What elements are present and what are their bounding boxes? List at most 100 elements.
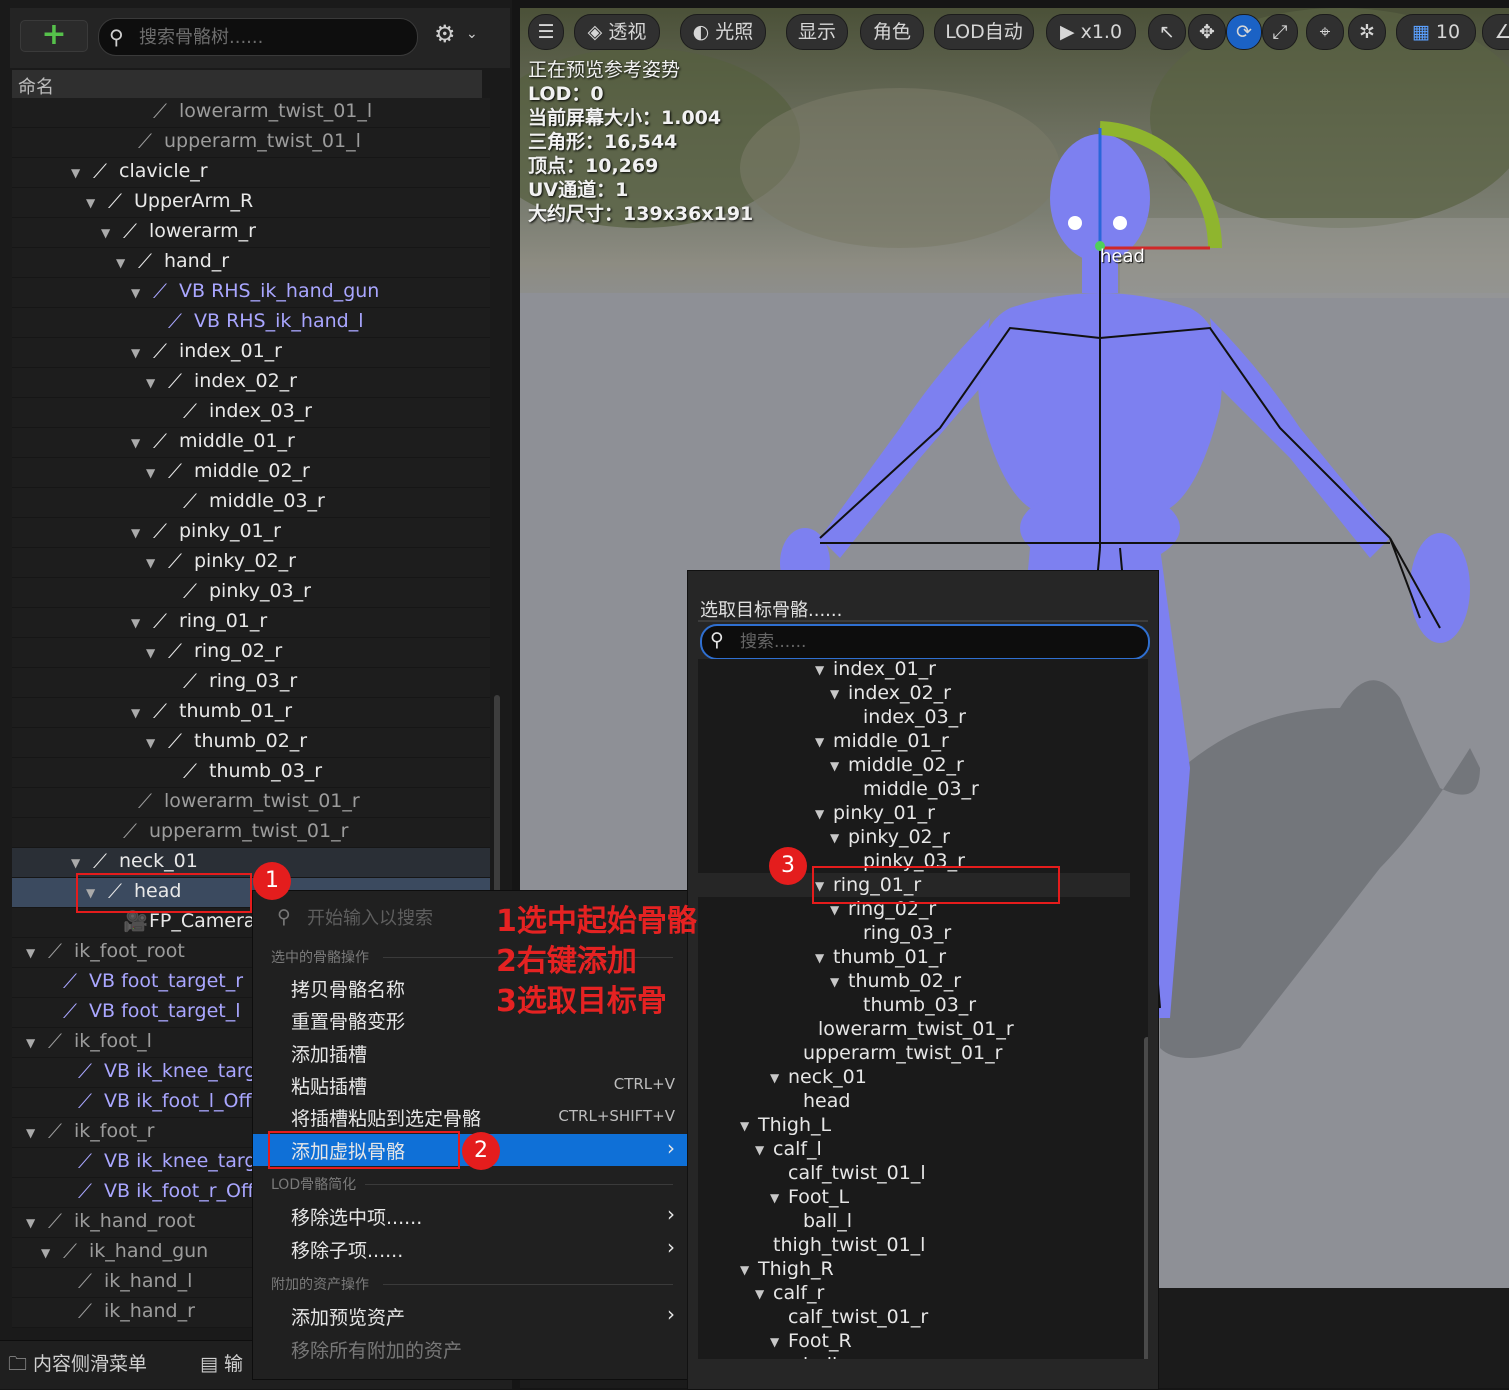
perspective-button[interactable]: ◈ 透视 [574,14,660,50]
expand-arrow-icon[interactable]: ▼ [131,436,140,450]
picker-row[interactable]: ▼ calf_l [698,1137,1130,1161]
tree-row[interactable]: ⟋ upperarm_twist_01_r [12,818,490,848]
tree-row[interactable]: ▼ ⟋ middle_02_r [12,458,490,488]
tree-row[interactable]: ▼ ⟋ thumb_02_r [12,728,490,758]
expand-arrow-icon[interactable]: ▼ [41,1246,50,1260]
picker-row[interactable]: ▼ thumb_01_r [698,945,1130,969]
expand-arrow-icon[interactable]: ▼ [86,196,95,210]
menu-item[interactable]: 移除选中项...... › [253,1200,689,1232]
tree-row[interactable]: ⟋ lowerarm_twist_01_l [12,98,490,128]
tree-row[interactable]: ▼ ⟋ hand_r [12,248,490,278]
expand-arrow-icon[interactable]: ▼ [131,616,140,630]
expand-arrow-icon[interactable]: ▼ [131,706,140,720]
menu-button[interactable]: ☰ [528,14,564,50]
picker-row[interactable]: ▼ Thigh_L [698,1113,1130,1137]
picker-row[interactable]: ▼ Thigh_R [698,1257,1130,1281]
expand-arrow-icon[interactable]: ▼ [815,663,824,677]
grid-snap-button[interactable]: ▦ 10 [1396,14,1476,50]
expand-arrow-icon[interactable]: ▼ [131,346,140,360]
picker-row[interactable]: ▼ pinky_01_r [698,801,1130,825]
picker-row[interactable]: ball_r [698,1353,1130,1359]
menu-item[interactable]: 将插槽粘贴到选定骨骼 CTRL+SHIFT+V [253,1101,689,1133]
picker-row[interactable]: thigh_twist_01_l [698,1233,1130,1257]
tree-row[interactable]: ▼ ⟋ thumb_01_r [12,698,490,728]
lighting-button[interactable]: ◐ 光照 [680,14,766,50]
picker-row[interactable]: calf_twist_01_r [698,1305,1130,1329]
picker-row[interactable]: calf_twist_01_l [698,1161,1130,1185]
picker-row[interactable]: thumb_03_r [698,993,1130,1017]
expand-arrow-icon[interactable]: ▼ [71,166,80,180]
picker-search-input[interactable] [738,628,1122,656]
menu-item[interactable]: 添加预览资产 › [253,1300,689,1332]
expand-arrow-icon[interactable]: ▼ [101,226,110,240]
rotate-tool-button[interactable]: ⟳ [1226,14,1262,50]
expand-arrow-icon[interactable]: ▼ [755,1287,764,1301]
select-tool-button[interactable]: ↖ [1148,14,1186,50]
surface-snap-button[interactable]: ✲ [1348,14,1386,50]
expand-arrow-icon[interactable]: ▼ [815,735,824,749]
picker-row[interactable]: ▼ pinky_02_r [698,825,1130,849]
tree-row[interactable]: ▼ ⟋ lowerarm_r [12,218,490,248]
show-button[interactable]: 显示 [786,14,848,50]
scale-tool-button[interactable]: ⤢ [1262,14,1298,50]
tree-row[interactable]: ⟋ ring_03_r [12,668,490,698]
expand-arrow-icon[interactable]: ▼ [830,687,839,701]
picker-row[interactable]: ▼ Foot_R [698,1329,1130,1353]
translate-tool-button[interactable]: ✥ [1188,14,1226,50]
tree-row[interactable]: ⟋ pinky_03_r [12,578,490,608]
tree-row[interactable]: ▼ ⟋ middle_01_r [12,428,490,458]
tree-row[interactable]: ▼ ⟋ clavicle_r [12,158,490,188]
picker-row[interactable]: ▼ middle_01_r [698,729,1130,753]
expand-arrow-icon[interactable]: ▼ [740,1263,749,1277]
expand-arrow-icon[interactable]: ▼ [830,903,839,917]
angle-snap-button[interactable]: ∠ [1482,14,1509,50]
tree-row[interactable]: ⟋ VB RHS_ik_hand_l [12,308,490,338]
tree-row[interactable]: ▼ ⟋ VB RHS_ik_hand_gun [12,278,490,308]
name-column-header[interactable]: 命名 [12,70,482,101]
expand-arrow-icon[interactable]: ▼ [770,1071,779,1085]
expand-arrow-icon[interactable]: ▼ [770,1335,779,1349]
local-space-button[interactable]: ⌖ [1306,14,1344,50]
expand-arrow-icon[interactable]: ▼ [146,466,155,480]
add-button[interactable]: + [20,20,88,52]
picker-scrollbar[interactable] [1144,1037,1148,1359]
play-speed-button[interactable]: ▶ x1.0 [1046,14,1136,50]
picker-row[interactable]: ring_03_r [698,921,1130,945]
lod-button[interactable]: LOD自动 [934,14,1034,50]
tree-row[interactable]: ⟋ lowerarm_twist_01_r [12,788,490,818]
expand-arrow-icon[interactable]: ▼ [116,256,125,270]
expand-arrow-icon[interactable]: ▼ [131,526,140,540]
expand-arrow-icon[interactable]: ▼ [146,376,155,390]
picker-row[interactable]: ball_l [698,1209,1130,1233]
tree-row[interactable]: ▼ ⟋ ring_02_r [12,638,490,668]
picker-row[interactable]: upperarm_twist_01_r [698,1041,1130,1065]
expand-arrow-icon[interactable]: ▼ [131,286,140,300]
tree-search-input[interactable] [137,24,401,50]
gear-icon[interactable]: ⚙ [434,20,456,48]
tree-row[interactable]: ▼ ⟋ pinky_02_r [12,548,490,578]
picker-row[interactable]: ▼ middle_02_r [698,753,1130,777]
picker-row[interactable]: head [698,1089,1130,1113]
menu-item[interactable]: 移除子项...... › [253,1233,689,1265]
tree-search-box[interactable]: ⚲ [98,18,418,56]
expand-arrow-icon[interactable]: ▼ [815,807,824,821]
picker-row[interactable]: ▼ Foot_L [698,1185,1130,1209]
picker-search-box[interactable]: ⚲ [700,624,1150,660]
expand-arrow-icon[interactable]: ▼ [26,1036,35,1050]
expand-arrow-icon[interactable]: ▼ [770,1191,779,1205]
menu-item[interactable]: 添加插槽 [253,1037,689,1069]
tree-row[interactable]: ▼ ⟋ pinky_01_r [12,518,490,548]
picker-row[interactable]: ▼ calf_r [698,1281,1130,1305]
picker-row[interactable]: ▼ thumb_02_r [698,969,1130,993]
picker-row[interactable]: ▼ index_01_r [698,659,1130,681]
expand-arrow-icon[interactable]: ▼ [146,736,155,750]
expand-arrow-icon[interactable]: ▼ [830,831,839,845]
expand-arrow-icon[interactable]: ▼ [146,556,155,570]
expand-arrow-icon[interactable]: ▼ [146,646,155,660]
tree-row[interactable]: ⟋ index_03_r [12,398,490,428]
expand-arrow-icon[interactable]: ▼ [26,1126,35,1140]
expand-arrow-icon[interactable]: ▼ [830,759,839,773]
picker-row[interactable]: lowerarm_twist_01_r [698,1017,1130,1041]
tree-row[interactable]: ▼ ⟋ UpperArm_R [12,188,490,218]
character-button[interactable]: 角色 [860,14,924,50]
